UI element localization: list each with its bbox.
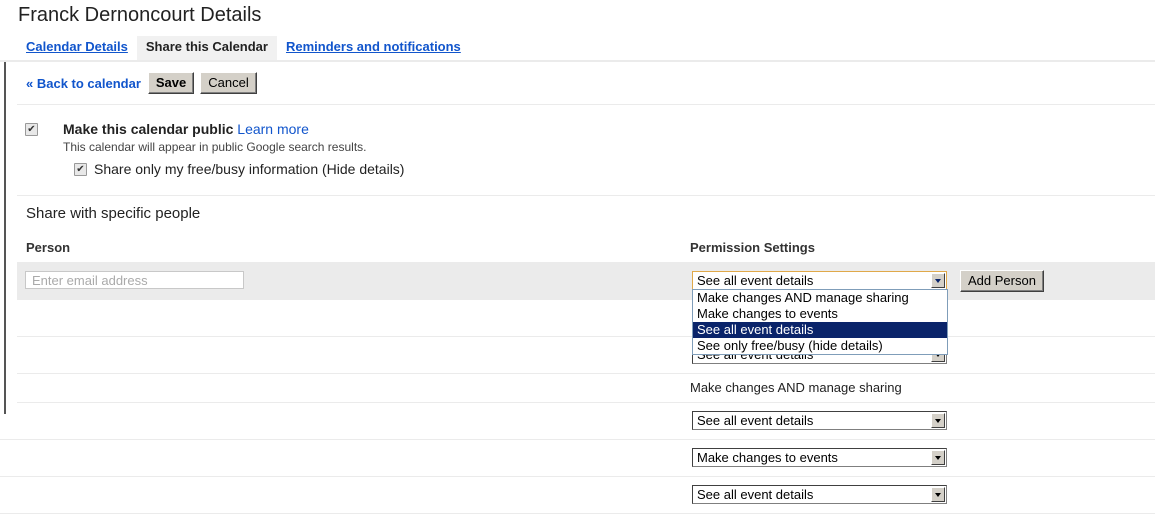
dropdown-option[interactable]: Make changes AND manage sharing [693,290,947,306]
tab-divider [0,60,1155,62]
permission-column-header: Permission Settings [690,240,815,255]
content-left-border [4,62,6,414]
email-input[interactable] [25,271,244,289]
make-public-label: Make this calendar public [63,121,234,137]
chevron-down-icon[interactable] [931,450,945,465]
checkmark-icon: ✔ [27,124,36,135]
freebusy-checkbox[interactable]: ✔ [74,163,87,176]
dropdown-option[interactable]: Make changes to events [693,306,947,322]
tab-reminders-and-notifications[interactable]: Reminders and notifications [277,36,470,60]
new-permission-value: See all event details [697,273,814,288]
make-public-row: Make this calendar public Learn more [63,121,309,137]
permission-value: See all event details [697,487,814,502]
permission-dropdown-list: Make changes AND manage sharing Make cha… [692,289,948,355]
permission-select-row-4[interactable]: Make changes to events [692,448,947,467]
dropdown-option[interactable]: See only free/busy (hide details) [693,338,947,354]
learn-more-link[interactable]: Learn more [237,121,309,137]
row-divider [17,373,1155,374]
permission-select-row-3[interactable]: See all event details [692,411,947,430]
new-permission-select[interactable]: See all event details [692,271,947,290]
freebusy-label: Share only my free/busy information (Hid… [94,161,405,177]
checkmark-icon: ✔ [76,164,85,175]
back-to-calendar-link[interactable]: « Back to calendar [26,76,141,91]
row-divider [17,402,1155,403]
permission-value: Make changes to events [697,450,838,465]
public-description: This calendar will appear in public Goog… [63,140,367,154]
page-title: Franck Dernoncourt Details [18,4,262,26]
divider [17,195,1155,196]
person-column-header: Person [26,240,71,255]
toolbar: « Back to calendar Save Cancel [26,72,263,94]
add-person-button[interactable]: Add Person [960,270,1044,292]
row-divider [0,513,1155,514]
dropdown-option-selected[interactable]: See all event details [693,322,947,338]
tab-calendar-details[interactable]: Calendar Details [17,36,137,60]
permission-text-row-2: Make changes AND manage sharing [690,380,902,395]
cancel-button[interactable]: Cancel [200,72,257,94]
make-public-checkbox[interactable]: ✔ [25,123,38,136]
permission-select-row-5[interactable]: See all event details [692,485,947,504]
save-button[interactable]: Save [147,72,195,94]
tab-share-this-calendar[interactable]: Share this Calendar [136,36,277,60]
tab-bar: Calendar Details Share this Calendar Rem… [17,36,470,60]
row-divider [0,439,1155,440]
share-section-title: Share with specific people [26,205,201,222]
chevron-down-icon[interactable] [931,273,945,288]
divider [17,104,1155,105]
row-divider [0,476,1155,477]
permission-value: See all event details [697,413,814,428]
chevron-down-icon[interactable] [931,413,945,428]
row-divider [17,336,1155,337]
chevron-down-icon[interactable] [931,487,945,502]
